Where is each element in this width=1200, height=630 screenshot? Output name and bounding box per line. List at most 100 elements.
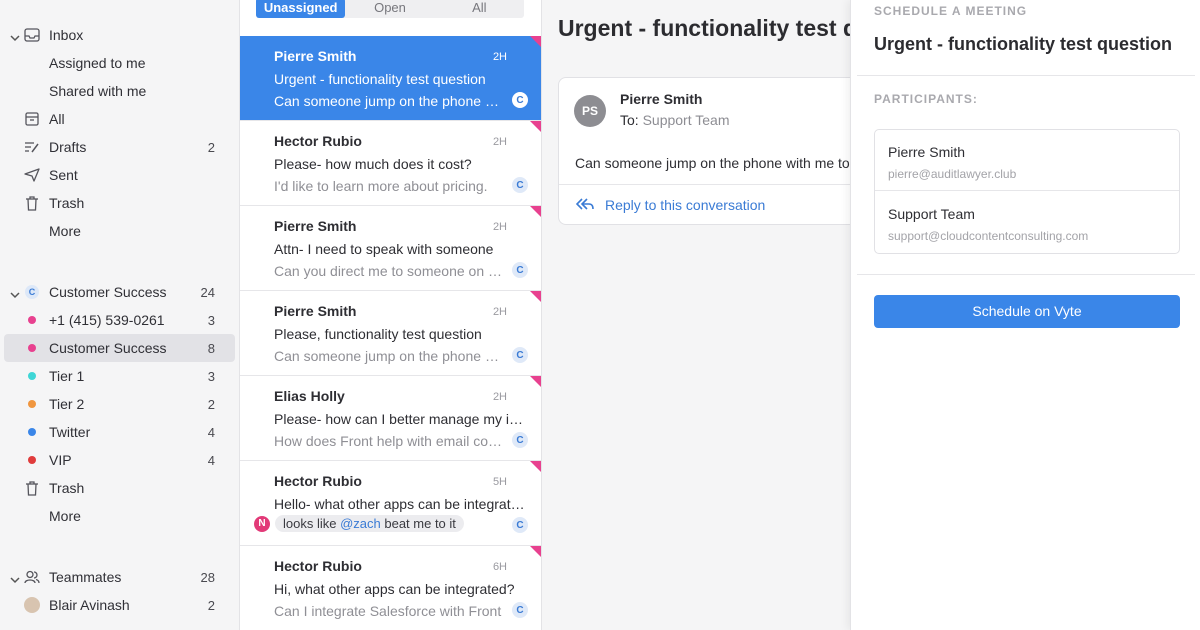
sidebar-inbox-header[interactable]: Inbox bbox=[4, 21, 235, 49]
priority-flag bbox=[530, 121, 541, 132]
message-sender: Pierre Smith bbox=[620, 91, 703, 107]
sidebar-item-label: Trash bbox=[49, 480, 85, 496]
participant-item: Pierre Smith pierre@auditlawyer.club bbox=[875, 130, 1179, 191]
participants-list: Pierre Smith pierre@auditlawyer.club Sup… bbox=[874, 129, 1180, 254]
sidebar-item-label: Shared with me bbox=[49, 83, 147, 99]
sidebar-item-count: 2 bbox=[207, 396, 215, 412]
team-badge: C bbox=[512, 517, 528, 533]
sidebar-item-label: All bbox=[49, 111, 65, 127]
tag-dot bbox=[24, 340, 40, 356]
sidebar-item-count: 3 bbox=[207, 368, 215, 384]
timestamp: 2H bbox=[492, 51, 507, 63]
list-item[interactable]: Hector Rubio 2H Please- how much does it… bbox=[240, 121, 541, 206]
chevron-down-icon[interactable] bbox=[10, 287, 20, 299]
list-item[interactable]: Pierre Smith 2H Urgent - functionality t… bbox=[240, 36, 541, 121]
sidebar-item-assigned[interactable]: Assigned to me bbox=[4, 49, 235, 77]
list-item[interactable]: Hector Rubio 6H Hi, what other apps can … bbox=[240, 546, 541, 630]
sidebar-inbox-label: Inbox bbox=[49, 27, 84, 43]
sidebar-item-tier-2[interactable]: Tier 2 2 bbox=[4, 390, 235, 418]
sidebar-item-label: Customer Success bbox=[49, 340, 167, 356]
inbox-icon bbox=[24, 27, 40, 43]
team-badge: C bbox=[24, 284, 40, 300]
sidebar-teammates-label: Teammates bbox=[49, 569, 122, 585]
priority-flag bbox=[530, 36, 541, 47]
sidebar-team-count: 24 bbox=[200, 284, 215, 300]
divider bbox=[857, 274, 1195, 275]
trash-icon bbox=[24, 480, 40, 496]
participant-email: pierre@auditlawyer.club bbox=[888, 167, 1017, 181]
sidebar-item-more[interactable]: More bbox=[4, 217, 235, 245]
avatar bbox=[24, 597, 40, 613]
sidebar-item-sent[interactable]: Sent bbox=[4, 161, 235, 189]
sidebar-item-shared[interactable]: Shared with me bbox=[4, 77, 235, 105]
schedule-panel: SCHEDULE A MEETING Urgent - functionalit… bbox=[850, 0, 1200, 630]
sidebar-teammates-header[interactable]: Teammates 28 bbox=[4, 563, 235, 591]
sender-name: Elias Holly bbox=[274, 388, 345, 404]
sidebar-item-label: More bbox=[49, 223, 81, 239]
message-card: PS Pierre Smith To: Support Team Can som… bbox=[558, 77, 850, 225]
sidebar-teammate-item[interactable]: Blair Avinash 2 bbox=[4, 591, 235, 619]
sidebar-item-vip[interactable]: VIP 4 bbox=[4, 446, 235, 474]
subject: Please- how can I better manage my inbox bbox=[274, 411, 526, 427]
subject: Please, functionality test question bbox=[274, 326, 482, 342]
people-icon bbox=[24, 569, 40, 585]
sidebar-item-phone[interactable]: +1 (415) 539-0261 3 bbox=[4, 306, 235, 334]
participants-label: PARTICIPANTS: bbox=[874, 92, 978, 106]
team-badge: C bbox=[512, 92, 528, 108]
tag-dot bbox=[24, 368, 40, 384]
sidebar-item-team-trash[interactable]: Trash bbox=[4, 474, 235, 502]
list-item[interactable]: Pierre Smith 2H Please, functionality te… bbox=[240, 291, 541, 376]
sidebar-item-label: Drafts bbox=[49, 139, 87, 155]
tag-dot bbox=[24, 312, 40, 328]
sidebar-item-trash[interactable]: Trash bbox=[4, 189, 235, 217]
sidebar-item-drafts[interactable]: Drafts 2 bbox=[4, 133, 235, 161]
reply-all-icon[interactable] bbox=[575, 197, 594, 211]
timestamp: 2H bbox=[492, 221, 507, 233]
sidebar-item-label: +1 (415) 539-0261 bbox=[49, 312, 165, 328]
chevron-down-icon[interactable] bbox=[10, 572, 20, 584]
sidebar-item-twitter[interactable]: Twitter 4 bbox=[4, 418, 235, 446]
preview: How does Front help with email collabora… bbox=[274, 433, 504, 449]
sender-name: Hector Rubio bbox=[274, 558, 362, 574]
list-item[interactable]: Hector Rubio 5H Hello- what other apps c… bbox=[240, 461, 541, 546]
tab-all[interactable]: All bbox=[435, 0, 524, 18]
sidebar-item-tier-1[interactable]: Tier 1 3 bbox=[4, 362, 235, 390]
drafts-icon bbox=[24, 139, 40, 155]
conversation-view: Urgent - functionality test question PS … bbox=[542, 0, 850, 630]
panel-heading: SCHEDULE A MEETING bbox=[874, 4, 1028, 18]
list-item[interactable]: Pierre Smith 2H Attn- I need to speak wi… bbox=[240, 206, 541, 291]
trash-icon bbox=[24, 195, 40, 211]
subject: Urgent - functionality test question bbox=[274, 71, 486, 87]
tab-unassigned[interactable]: Unassigned bbox=[256, 0, 346, 18]
sidebar-item-label: Assigned to me bbox=[49, 55, 146, 71]
chevron-down-icon[interactable] bbox=[10, 30, 20, 42]
participant-name: Support Team bbox=[888, 206, 975, 222]
team-badge: C bbox=[512, 602, 528, 618]
schedule-button[interactable]: Schedule on Vyte bbox=[874, 295, 1180, 328]
app-window: Inbox Assigned to me Shared with me All … bbox=[0, 0, 1200, 630]
list-item[interactable]: Elias Holly 2H Please- how can I better … bbox=[240, 376, 541, 461]
sender-name: Pierre Smith bbox=[274, 48, 357, 64]
tab-open[interactable]: Open bbox=[345, 0, 434, 18]
tag-dot bbox=[24, 424, 40, 440]
mention[interactable]: @zach bbox=[340, 516, 381, 531]
avatar: PS bbox=[574, 95, 606, 127]
sidebar-item-customer-success[interactable]: Customer Success 8 bbox=[4, 334, 235, 362]
sidebar-item-label: Tier 2 bbox=[49, 396, 85, 412]
sidebar-item-all[interactable]: All bbox=[4, 105, 235, 133]
divider bbox=[559, 184, 850, 185]
subject: Hi, what other apps can be integrated? bbox=[274, 581, 515, 597]
team-badge: C bbox=[512, 347, 528, 363]
reply-link[interactable]: Reply to this conversation bbox=[605, 197, 765, 213]
preview: Can I integrate Salesforce with Front bbox=[274, 603, 502, 619]
sidebar-item-label: More bbox=[49, 508, 81, 524]
panel-title: Urgent - functionality test question bbox=[874, 34, 1173, 54]
timestamp: 5H bbox=[492, 476, 507, 488]
sender-name: Pierre Smith bbox=[274, 218, 357, 234]
timestamp: 2H bbox=[492, 391, 507, 403]
preview: Can someone jump on the phone with me bbox=[274, 348, 504, 364]
sidebar-team-header[interactable]: C Customer Success 24 bbox=[4, 278, 235, 306]
sidebar-item-team-more[interactable]: More bbox=[4, 502, 235, 530]
sidebar-teammates-count: 28 bbox=[200, 569, 215, 585]
sidebar-item-label: Trash bbox=[49, 195, 85, 211]
